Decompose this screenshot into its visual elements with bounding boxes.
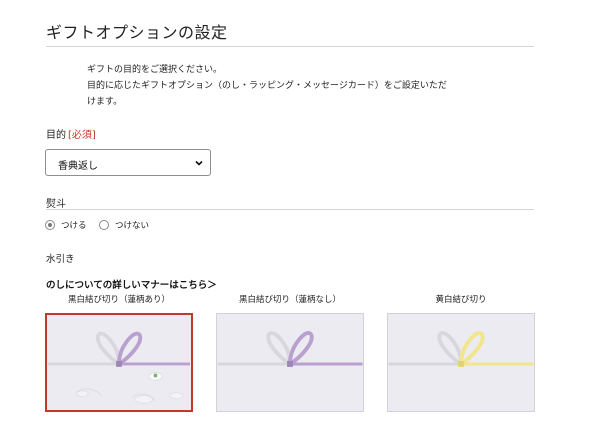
card-caption-yellow: 黄白結び切り bbox=[435, 295, 487, 305]
purpose-label: 目的 [必須] bbox=[46, 126, 96, 141]
purpose-select-value: 香典返し bbox=[58, 161, 98, 172]
mizuhiki-card-plain[interactable] bbox=[216, 313, 364, 412]
radio-checked-icon[interactable] bbox=[45, 220, 55, 230]
card-caption-lotus: 黒白結び切り（蓮柄あり） bbox=[67, 295, 170, 305]
title-divider bbox=[46, 46, 534, 47]
radio-label: つけない bbox=[115, 221, 150, 231]
card-caption-plain: 黒白結び切り（蓮柄なし） bbox=[238, 295, 341, 305]
intro-line: 目的に応じたギフトオプション（のし・ラッピング・メッセージカード）をご設定いただ bbox=[87, 81, 447, 91]
required-badge: [必須] bbox=[68, 130, 96, 141]
mizuhiki-lotus-image bbox=[47, 331, 191, 404]
intro-line: けます。 bbox=[87, 97, 123, 107]
chevron-down-icon bbox=[195, 160, 203, 166]
noshi-option-attach[interactable]: つける bbox=[45, 219, 87, 231]
mizuhiki-plain-image bbox=[217, 331, 363, 367]
purpose-label-text: 目的 bbox=[46, 130, 66, 141]
mizuhiki-yellow-image bbox=[388, 331, 534, 367]
lotus-pattern bbox=[76, 372, 184, 404]
page-title: ギフトオプションの設定 bbox=[46, 23, 228, 42]
noshi-label: 熨斗 bbox=[46, 199, 66, 210]
mizuhiki-label: 水引き bbox=[46, 254, 75, 265]
manner-link[interactable]: のしについての詳しいマナーはこちら＞ bbox=[46, 277, 217, 291]
radio-label: つける bbox=[61, 221, 87, 231]
intro-text: ギフトの目的をご選択ください。 目的に応じたギフトオプション（のし・ラッピング・… bbox=[87, 62, 507, 110]
radio-unchecked-icon[interactable] bbox=[99, 220, 109, 230]
noshi-option-none[interactable]: つけない bbox=[99, 219, 149, 231]
intro-line: ギフトの目的をご選択ください。 bbox=[87, 65, 223, 75]
mizuhiki-card-lotus[interactable] bbox=[45, 313, 193, 412]
purpose-select[interactable]: 香典返し bbox=[45, 149, 211, 176]
noshi-divider bbox=[46, 209, 534, 210]
mizuhiki-card-yellow[interactable] bbox=[387, 313, 535, 412]
